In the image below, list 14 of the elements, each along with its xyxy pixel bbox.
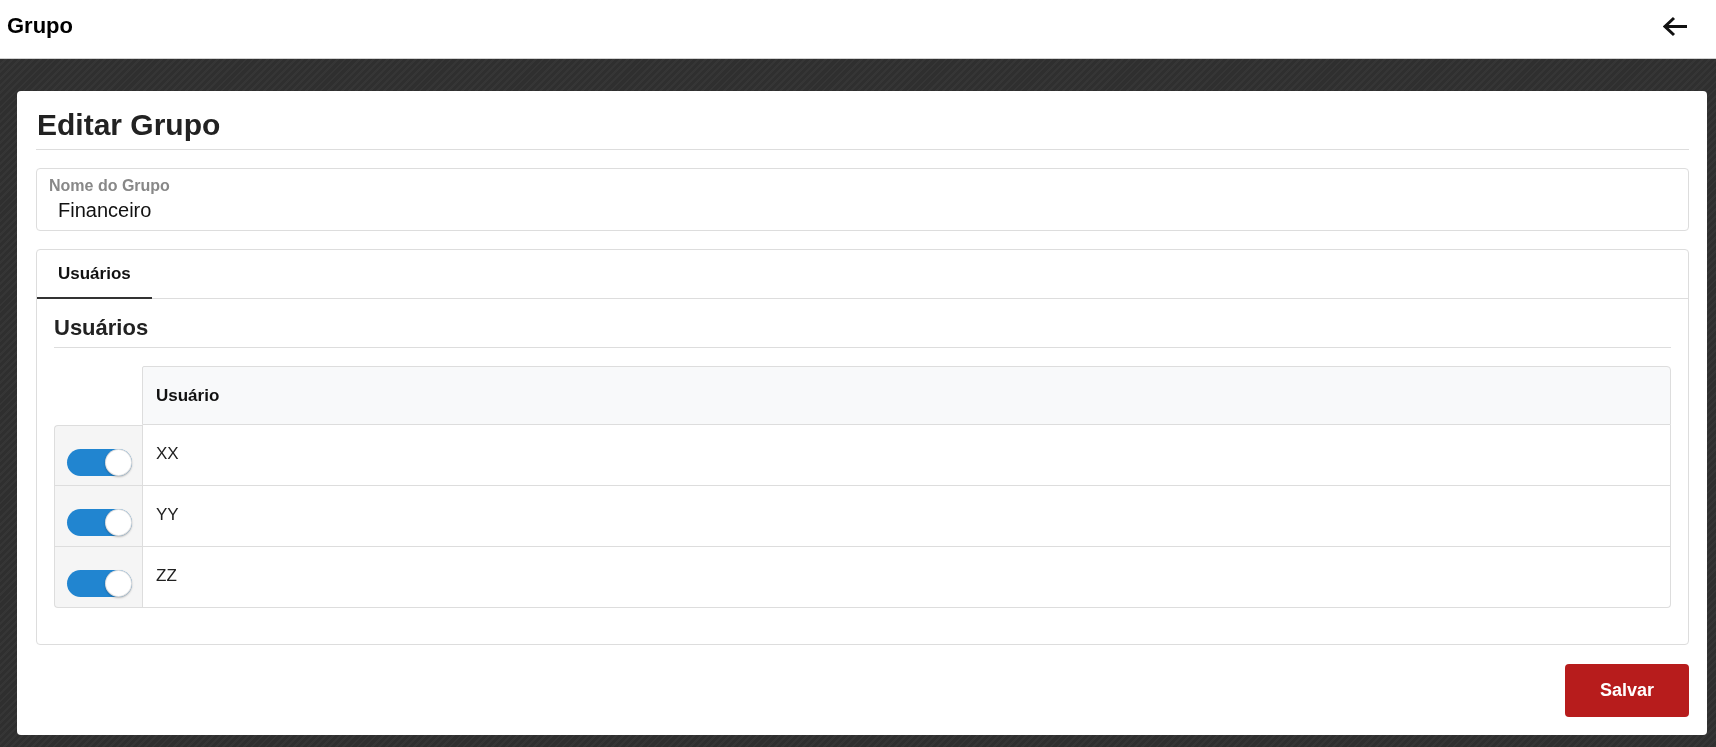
section-title: Usuários <box>54 315 149 340</box>
page-title: Editar Grupo <box>37 107 221 143</box>
tab[interactable]: Usuários <box>37 250 152 299</box>
toggle-switch[interactable] <box>67 570 132 597</box>
column-header: Usuário <box>142 366 1671 425</box>
table-cell: ZZ <box>142 547 1671 608</box>
group-name-field[interactable]: Nome do Grupo Financeiro <box>36 168 1689 231</box>
table-cell: XX <box>142 425 1671 486</box>
back-arrow-icon[interactable] <box>1663 15 1688 37</box>
app-title: Grupo <box>7 13 73 39</box>
toggle-switch[interactable] <box>67 509 132 536</box>
toggle-switch[interactable] <box>67 449 132 476</box>
save-button[interactable]: Salvar <box>1565 664 1689 717</box>
table-cell: YY <box>142 486 1671 547</box>
